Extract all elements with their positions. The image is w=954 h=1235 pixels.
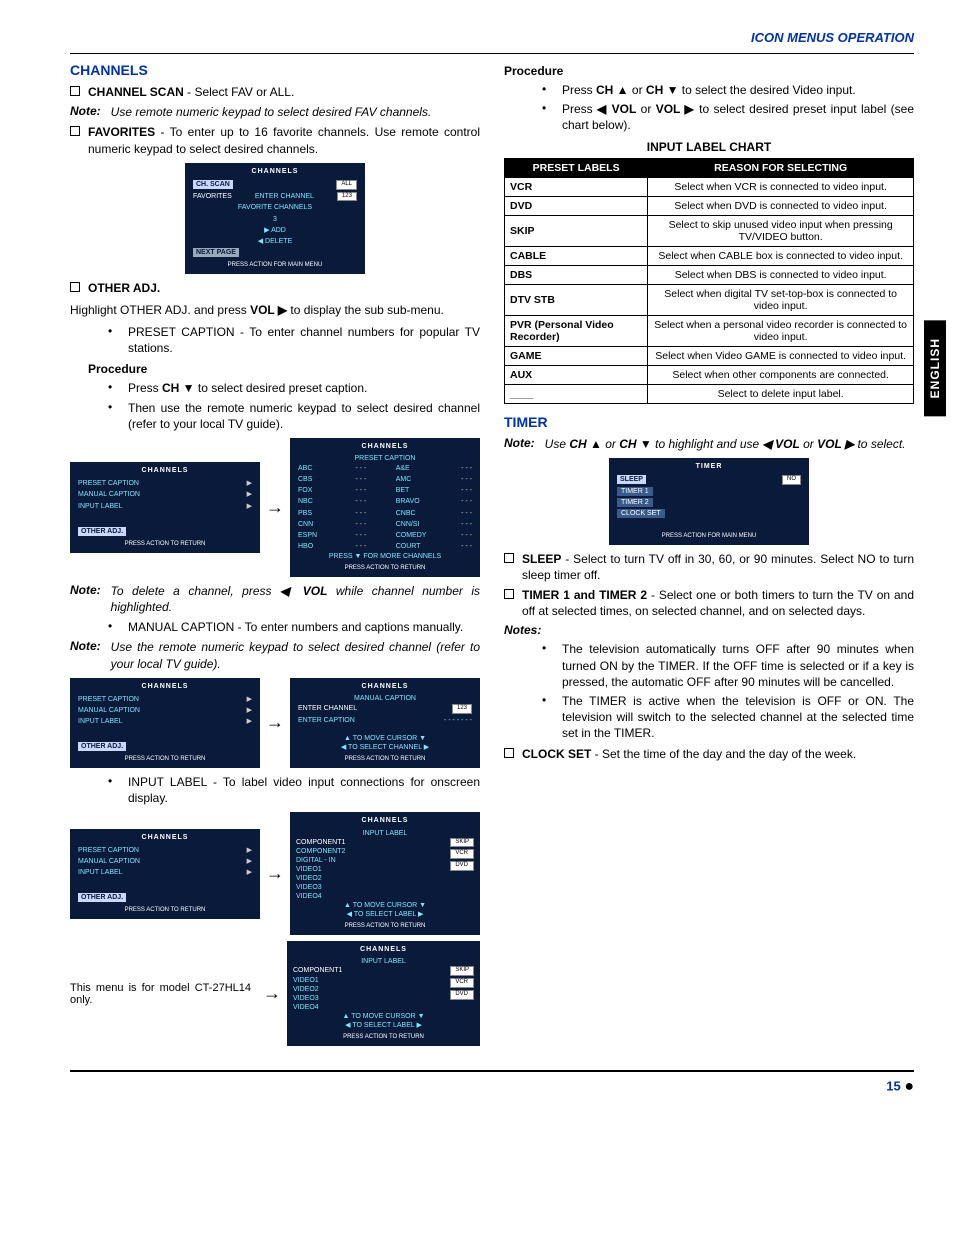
table-row: Select when a personal video recorder is… — [648, 315, 914, 346]
table-row: Select when DVD is connected to video in… — [648, 196, 914, 215]
table-row: Select when CABLE box is connected to vi… — [648, 246, 914, 265]
note-text: Use the remote numeric keypad to select … — [111, 639, 480, 671]
table-row: DTV STB — [505, 284, 648, 315]
bullet-icon: • — [108, 324, 118, 356]
arrow-right-icon: → — [266, 497, 284, 518]
table-row: Select when digital TV set-top-box is co… — [648, 284, 914, 315]
page-footer: 15 ● — [70, 1070, 914, 1096]
osd-other-adj: CHANNELS PRESET CAPTION▶ MANUAL CAPTION▶… — [70, 829, 260, 919]
table-row: ____ — [505, 384, 648, 403]
procedure-heading: Procedure — [504, 64, 914, 78]
arrow-right-icon: → — [266, 863, 284, 884]
bullet-icon: • — [108, 619, 118, 635]
timer-note: The television automatically turns OFF a… — [562, 641, 914, 690]
preset-caption-bullet: PRESET CAPTION - To enter channel number… — [128, 324, 480, 356]
proc-step: Then use the remote numeric keypad to se… — [128, 400, 480, 432]
th-preset: PRESET LABELS — [505, 158, 648, 177]
table-row: Select when DBS is connected to video in… — [648, 265, 914, 284]
osd-manual-caption: CHANNELS MANUAL CAPTION ENTER CHANNEL123… — [290, 678, 480, 768]
osd-input-label: CHANNELS INPUT LABEL COMPONENT1COMPONENT… — [290, 812, 480, 935]
osd-other-adj: CHANNELS PRESET CAPTION▶ MANUAL CAPTION▶… — [70, 462, 260, 552]
left-column: CHANNELS CHANNEL SCAN - Select FAV or AL… — [70, 58, 480, 1052]
input-label-chart: PRESET LABELS REASON FOR SELECTING VCRSe… — [504, 158, 914, 404]
table-row: PVR (Personal Video Recorder) — [505, 315, 648, 346]
proc-step: Press CH ▲ or CH ▼ to select the desired… — [562, 82, 914, 98]
osd-input-label-alt: CHANNELS INPUT LABEL COMPONENT1VIDEO1VID… — [287, 941, 480, 1046]
osd-other-adj: CHANNELS PRESET CAPTION▶ MANUAL CAPTION▶… — [70, 678, 260, 768]
bullet-icon: • — [108, 400, 118, 432]
chart-title: INPUT LABEL CHART — [504, 140, 914, 154]
checkbox-icon — [504, 748, 514, 758]
dot-icon: ● — [904, 1078, 914, 1095]
table-row: AUX — [505, 365, 648, 384]
channels-heading: CHANNELS — [70, 62, 480, 78]
note-label: Note: — [504, 436, 535, 452]
arrow-right-icon: → — [266, 712, 284, 733]
bullet-icon: • — [108, 380, 118, 396]
input-label-bullet: INPUT LABEL - To label video input conne… — [128, 774, 480, 806]
table-row: DVD — [505, 196, 648, 215]
timers-text: TIMER 1 and TIMER 2 - Select one or both… — [522, 587, 914, 619]
note-text: Use CH ▲ or CH ▼ to highlight and use ◀ … — [545, 436, 914, 452]
note-label: Note: — [70, 104, 101, 120]
channel-scan-text: CHANNEL SCAN - Select FAV or ALL. — [88, 84, 480, 100]
other-adj-label: OTHER ADJ. — [88, 280, 480, 296]
header-rule — [70, 53, 914, 54]
bullet-icon: • — [542, 101, 552, 133]
table-row: Select when Video GAME is connected to v… — [648, 346, 914, 365]
bullet-icon: • — [542, 82, 552, 98]
language-tab: ENGLISH — [924, 320, 946, 416]
right-column: Procedure • Press CH ▲ or CH ▼ to select … — [504, 58, 914, 1052]
favorites-text: FAVORITES - To enter up to 16 favorite c… — [88, 124, 480, 156]
checkbox-icon — [70, 282, 80, 292]
bullet-icon: • — [108, 774, 118, 806]
table-row: SKIP — [505, 215, 648, 246]
table-row: Select to delete input label. — [648, 384, 914, 403]
procedure-heading: Procedure — [88, 362, 480, 376]
sleep-text: SLEEP - Select to turn TV off in 30, 60,… — [522, 551, 914, 583]
bullet-icon: • — [542, 641, 552, 690]
checkbox-icon — [70, 126, 80, 136]
proc-step: Press CH ▼ to select desired preset capt… — [128, 380, 480, 396]
notes-label: Notes: — [504, 623, 914, 637]
other-adj-text: Highlight OTHER ADJ. and press VOL ▶ to … — [70, 302, 480, 318]
proc-step: Press ◀ VOL or VOL ▶ to select desired p… — [562, 101, 914, 133]
note-label: Note: — [70, 639, 101, 671]
table-row: Select to skip unused video input when p… — [648, 215, 914, 246]
arrow-right-icon: → — [263, 983, 281, 1004]
table-row: DBS — [505, 265, 648, 284]
checkbox-icon — [504, 553, 514, 563]
model-note: This menu is for model CT-27HL14 only. — [70, 982, 257, 1006]
th-reason: REASON FOR SELECTING — [648, 158, 914, 177]
table-row: VCR — [505, 177, 648, 196]
osd-timer: TIMER SLEEPNO TIMER 1 TIMER 2 CLOCK SET … — [609, 458, 809, 545]
checkbox-icon — [504, 589, 514, 599]
table-row: Select when VCR is connected to video in… — [648, 177, 914, 196]
manual-caption-bullet: MANUAL CAPTION - To enter numbers and ca… — [128, 619, 480, 635]
note-text: To delete a channel, press ◀ VOL while c… — [111, 583, 480, 615]
osd-channels-favorites: CHANNELS CH. SCANALL FAVORITESENTER CHAN… — [185, 163, 365, 274]
table-row: GAME — [505, 346, 648, 365]
note-label: Note: — [70, 583, 101, 615]
table-row: CABLE — [505, 246, 648, 265]
note-text: Use remote numeric keypad to select desi… — [111, 104, 480, 120]
clock-text: CLOCK SET - Set the time of the day and … — [522, 746, 914, 762]
timer-heading: TIMER — [504, 414, 914, 430]
bullet-icon: • — [542, 693, 552, 742]
header-title: ICON MENUS OPERATION — [70, 30, 914, 45]
timer-note: The TIMER is active when the television … — [562, 693, 914, 742]
page-number: 15 — [886, 1078, 900, 1093]
checkbox-icon — [70, 86, 80, 96]
osd-preset-caption: CHANNELS PRESET CAPTION ABC- - -A&E- - -… — [290, 438, 480, 577]
table-row: Select when other components are connect… — [648, 365, 914, 384]
